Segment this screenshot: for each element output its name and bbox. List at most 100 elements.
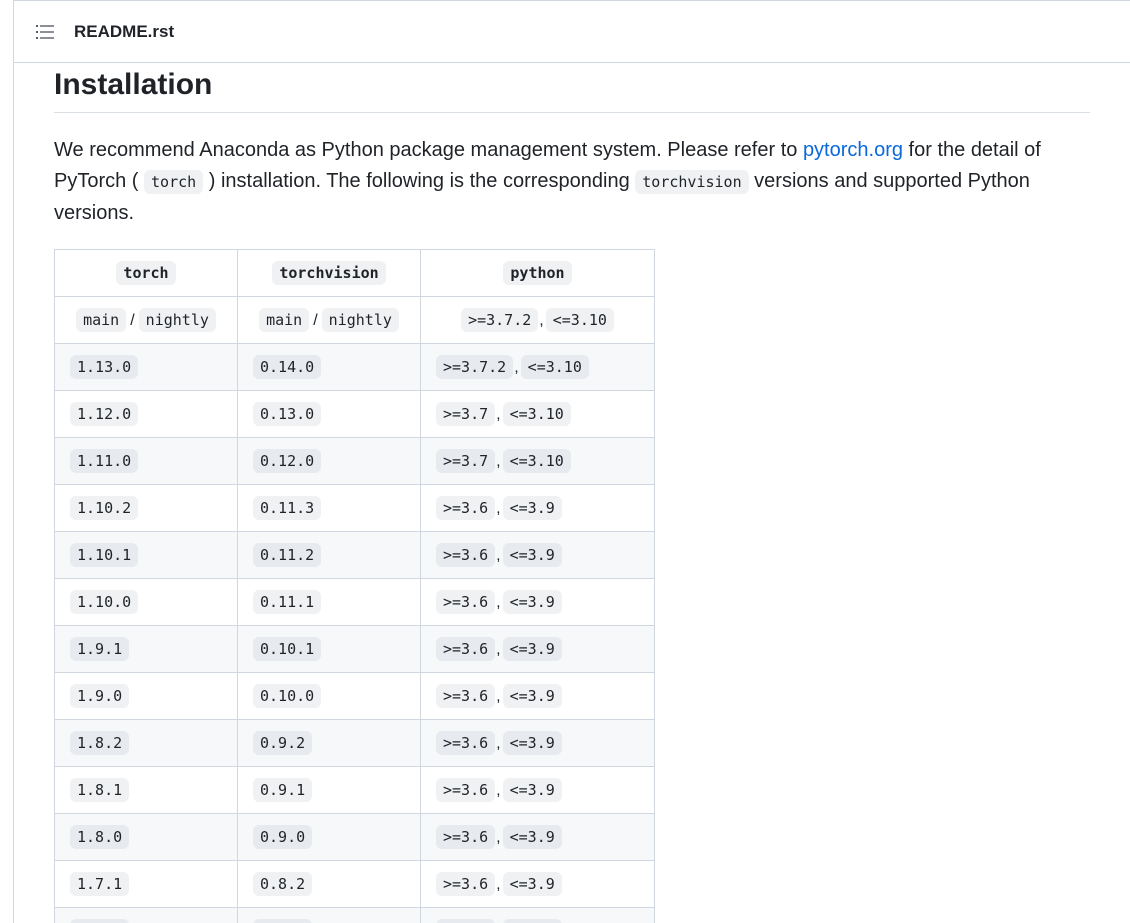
code-value: <=3.9 bbox=[502, 824, 562, 849]
table-row: 1.9.1 0.10.1 >=3.6, <=3.9 bbox=[54, 625, 655, 673]
torchvision-cell: main / nightly bbox=[237, 296, 421, 344]
code-value: <=3.8 bbox=[502, 918, 562, 923]
code-value: 0.10.1 bbox=[253, 636, 322, 661]
header-label: torch bbox=[116, 260, 176, 285]
code-value: 0.9.1 bbox=[253, 777, 313, 802]
code-value: <=3.9 bbox=[502, 589, 562, 614]
separator: , bbox=[496, 405, 501, 423]
table-row: 1.13.0 0.14.0 >=3.7.2, <=3.10 bbox=[54, 343, 655, 391]
torch-cell: 1.10.0 bbox=[54, 578, 238, 626]
code-value: >=3.6 bbox=[436, 542, 496, 567]
torch-cell: 1.11.0 bbox=[54, 437, 238, 485]
code-value: 1.8.0 bbox=[70, 824, 130, 849]
torchvision-cell: 0.11.1 bbox=[237, 578, 421, 626]
code-value: 1.12.0 bbox=[70, 401, 139, 426]
header-label: torchvision bbox=[272, 260, 386, 285]
code-value: 1.11.0 bbox=[70, 448, 139, 473]
inline-code-torch: torch bbox=[144, 170, 204, 194]
torch-cell: 1.13.0 bbox=[54, 343, 238, 391]
code-value: 1.10.2 bbox=[70, 495, 139, 520]
code-value: 1.9.0 bbox=[70, 683, 130, 708]
torchvision-cell: 0.11.3 bbox=[237, 484, 421, 532]
separator: , bbox=[496, 499, 501, 517]
code-value: <=3.9 bbox=[502, 730, 562, 755]
code-value: 1.10.1 bbox=[70, 542, 139, 567]
torchvision-cell: 0.9.0 bbox=[237, 813, 421, 861]
torchvision-cell: 0.13.0 bbox=[237, 390, 421, 438]
paragraph-text: We recommend Anaconda as Python package … bbox=[54, 139, 803, 161]
pytorch-link[interactable]: pytorch.org bbox=[803, 139, 903, 161]
code-value: 1.8.2 bbox=[70, 730, 130, 755]
python-cell: >=3.6, <=3.9 bbox=[420, 578, 655, 626]
code-value: 1.8.1 bbox=[70, 777, 130, 802]
torch-cell: 1.8.0 bbox=[54, 813, 238, 861]
code-value: <=3.9 bbox=[502, 542, 562, 567]
torch-cell: 1.8.2 bbox=[54, 719, 238, 767]
code-value: >=3.6 bbox=[436, 777, 496, 802]
paragraph-text: ) installation. The following is the cor… bbox=[203, 170, 636, 192]
table-row: 1.10.2 0.11.3 >=3.6, <=3.9 bbox=[54, 484, 655, 532]
torchvision-cell: 0.11.2 bbox=[237, 531, 421, 579]
torch-cell: 1.10.2 bbox=[54, 484, 238, 532]
code-value: <=3.10 bbox=[545, 307, 614, 332]
header-torch: torch bbox=[54, 249, 238, 297]
table-row: 1.9.0 0.10.0 >=3.6, <=3.9 bbox=[54, 672, 655, 720]
torchvision-cell: 0.10.1 bbox=[237, 625, 421, 673]
table-row: main / nightly main / nightly >=3.7.2, <=3.10 bbox=[54, 296, 655, 344]
code-value: nightly bbox=[321, 307, 399, 332]
python-cell: >=3.7.2, <=3.10 bbox=[420, 343, 655, 391]
python-cell: >=3.6, <=3.9 bbox=[420, 719, 655, 767]
separator: , bbox=[514, 358, 519, 376]
python-cell: >=3.6,<=3.8 bbox=[420, 907, 655, 923]
separator: , bbox=[496, 452, 501, 470]
code-value: >=3.7 bbox=[436, 401, 496, 426]
python-cell: >=3.6, <=3.9 bbox=[420, 625, 655, 673]
code-value: 0.9.2 bbox=[253, 730, 313, 755]
inline-code-torchvision: torchvision bbox=[635, 170, 749, 194]
torch-cell: 1.8.1 bbox=[54, 766, 238, 814]
table-row: 1.8.1 0.9.1 >=3.6, <=3.9 bbox=[54, 766, 655, 814]
separator: , bbox=[496, 828, 501, 846]
code-value: 1.7.0 bbox=[70, 918, 130, 923]
python-cell: >=3.6, <=3.9 bbox=[420, 531, 655, 579]
header-label: python bbox=[503, 260, 572, 285]
code-value: 1.13.0 bbox=[70, 354, 139, 379]
torch-cell: 1.7.1 bbox=[54, 860, 238, 908]
code-value: >=3.6 bbox=[436, 683, 496, 708]
torchvision-cell: 0.14.0 bbox=[237, 343, 421, 391]
code-value: >=3.6 bbox=[436, 824, 496, 849]
code-value: >=3.7 bbox=[436, 448, 496, 473]
code-value: >=3.6 bbox=[436, 636, 496, 661]
separator: , bbox=[496, 781, 501, 799]
section-title: Installation bbox=[54, 67, 1090, 113]
code-value: >=3.7.2 bbox=[461, 307, 539, 332]
code-value: 0.12.0 bbox=[253, 448, 322, 473]
table-row: 1.7.1 0.8.2 >=3.6, <=3.9 bbox=[54, 860, 655, 908]
torch-cell: 1.10.1 bbox=[54, 531, 238, 579]
separator: , bbox=[496, 640, 501, 658]
header-torchvision: torchvision bbox=[237, 249, 421, 297]
separator: , bbox=[496, 734, 501, 752]
separator: , bbox=[496, 546, 501, 564]
code-value: >=3.6 bbox=[436, 918, 496, 923]
torchvision-cell: 0.8.1 bbox=[237, 907, 421, 923]
code-value: main bbox=[259, 307, 310, 332]
code-value: <=3.9 bbox=[502, 683, 562, 708]
code-value: 0.11.3 bbox=[253, 495, 322, 520]
code-value: nightly bbox=[138, 307, 216, 332]
torch-cell: 1.9.1 bbox=[54, 625, 238, 673]
header-python: python bbox=[420, 249, 655, 297]
code-value: <=3.9 bbox=[502, 636, 562, 661]
list-unordered-icon[interactable] bbox=[34, 21, 56, 43]
file-name-link[interactable]: README.rst bbox=[74, 22, 174, 42]
table-row: 1.8.0 0.9.0 >=3.6, <=3.9 bbox=[54, 813, 655, 861]
table-row: 1.7.0 0.8.1 >=3.6,<=3.8 bbox=[54, 907, 655, 923]
torchvision-cell: 0.8.2 bbox=[237, 860, 421, 908]
code-value: <=3.9 bbox=[502, 871, 562, 896]
python-cell: >=3.6, <=3.9 bbox=[420, 766, 655, 814]
separator: , bbox=[496, 687, 501, 705]
code-value: 1.7.1 bbox=[70, 871, 130, 896]
code-value: 0.8.1 bbox=[253, 918, 313, 923]
code-value: 0.8.2 bbox=[253, 871, 313, 896]
table-row: 1.10.1 0.11.2 >=3.6, <=3.9 bbox=[54, 531, 655, 579]
